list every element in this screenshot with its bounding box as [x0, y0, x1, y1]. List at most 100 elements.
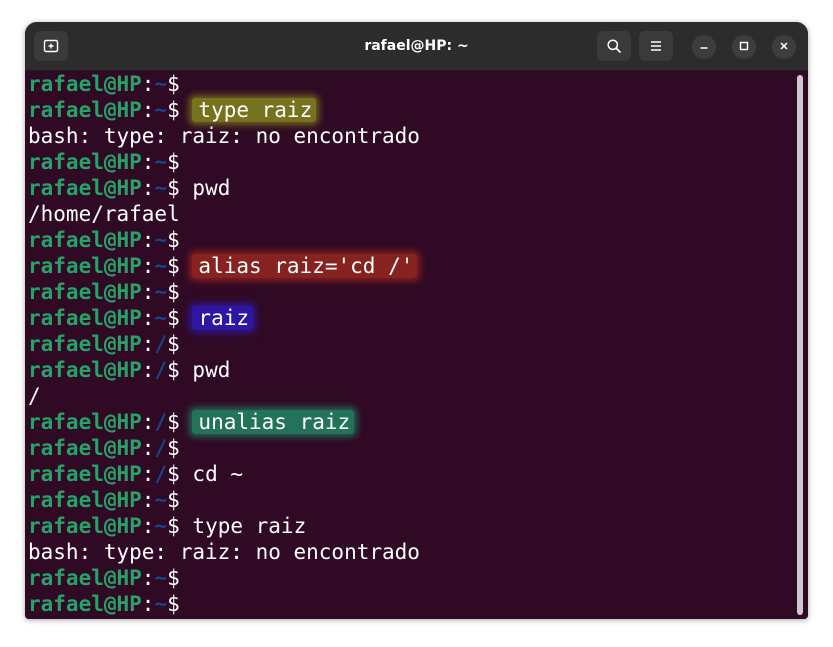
prompt-path: ~ — [154, 150, 168, 174]
title-bar[interactable]: rafael@HP: ~ — [25, 22, 808, 71]
prompt-user: rafael@HP — [28, 72, 142, 96]
prompt-separator: : — [141, 332, 155, 356]
output-text: / — [28, 384, 41, 408]
prompt-line: rafael@HP:~$ — [28, 149, 420, 175]
prompt-user: rafael@HP — [28, 254, 142, 278]
prompt-path: ~ — [154, 488, 168, 512]
prompt-separator: : — [141, 566, 155, 590]
output-line: bash: type: raiz: no encontrado — [28, 123, 420, 149]
prompt-line: rafael@HP:/$ pwd — [28, 357, 420, 383]
minimize-icon — [699, 38, 709, 56]
prompt-dollar: $ — [167, 254, 180, 278]
prompt-separator: : — [141, 462, 155, 486]
close-button[interactable] — [772, 35, 796, 59]
hamburger-menu-icon — [649, 39, 663, 53]
prompt-line: rafael@HP:~$ alias raiz='cd /' — [28, 253, 420, 279]
output-text: bash: type: raiz: no encontrado — [28, 540, 420, 564]
prompt-dollar: $ — [167, 332, 180, 356]
prompt-user: rafael@HP — [28, 488, 142, 512]
prompt-separator: : — [141, 98, 155, 122]
prompt-separator: : — [141, 410, 155, 434]
command-text: cd ~ — [192, 462, 243, 486]
prompt-path: ~ — [154, 514, 168, 538]
prompt-path: ~ — [154, 176, 168, 200]
prompt-path: / — [154, 358, 168, 382]
output-line: bash: type: raiz: no encontrado — [28, 539, 420, 565]
prompt-dollar: $ — [167, 436, 180, 460]
new-tab-icon — [43, 38, 59, 54]
command-text: unalias raiz — [192, 410, 355, 434]
prompt-separator: : — [141, 436, 155, 460]
prompt-path: ~ — [154, 566, 168, 590]
prompt-user: rafael@HP — [28, 566, 142, 590]
prompt-dollar: $ — [167, 72, 180, 96]
output-line: / — [28, 383, 420, 409]
command-text: type raiz — [192, 514, 307, 538]
prompt-line: rafael@HP:/$ — [28, 331, 420, 357]
prompt-user: rafael@HP — [28, 462, 142, 486]
prompt-user: rafael@HP — [28, 410, 142, 434]
prompt-line: rafael@HP:/$ cd ~ — [28, 461, 420, 487]
search-icon — [606, 38, 622, 54]
prompt-separator: : — [141, 176, 155, 200]
prompt-line: rafael@HP:~$ — [28, 487, 420, 513]
prompt-line: rafael@HP:~$ type raiz — [28, 97, 420, 123]
prompt-separator: : — [141, 306, 155, 330]
prompt-line: rafael@HP:~$ pwd — [28, 175, 420, 201]
window-title: rafael@HP: ~ — [364, 38, 469, 54]
prompt-dollar: $ — [167, 462, 180, 486]
prompt-path: / — [154, 462, 168, 486]
terminal-area[interactable]: rafael@HP:~$ rafael@HP:~$ type raiz bash: … — [25, 71, 808, 619]
prompt-path: ~ — [154, 280, 168, 304]
prompt-dollar: $ — [167, 358, 180, 382]
prompt-dollar: $ — [167, 592, 180, 616]
prompt-path: ~ — [154, 592, 168, 616]
prompt-separator: : — [141, 228, 155, 252]
prompt-path: ~ — [154, 228, 168, 252]
prompt-user: rafael@HP — [28, 98, 142, 122]
prompt-user: rafael@HP — [28, 280, 142, 304]
prompt-dollar: $ — [167, 514, 180, 538]
prompt-path: ~ — [154, 98, 168, 122]
prompt-user: rafael@HP — [28, 592, 142, 616]
maximize-icon — [739, 38, 749, 56]
minimize-button[interactable] — [692, 35, 716, 59]
prompt-separator: : — [141, 72, 155, 96]
prompt-dollar: $ — [167, 150, 180, 174]
new-tab-button[interactable] — [34, 31, 68, 61]
prompt-dollar: $ — [167, 98, 180, 122]
prompt-line: rafael@HP:~$ — [28, 279, 420, 305]
prompt-path: / — [154, 410, 168, 434]
prompt-path: ~ — [154, 72, 168, 96]
command-text: raiz — [192, 306, 253, 330]
menu-button[interactable] — [639, 31, 673, 61]
prompt-user: rafael@HP — [28, 436, 142, 460]
prompt-dollar: $ — [167, 306, 180, 330]
prompt-separator: : — [141, 488, 155, 512]
output-line: /home/rafael — [28, 201, 420, 227]
prompt-line: rafael@HP:~$ — [28, 71, 420, 97]
prompt-line: rafael@HP:~$ — [28, 591, 420, 617]
prompt-dollar: $ — [167, 488, 180, 512]
prompt-dollar: $ — [167, 280, 180, 304]
prompt-user: rafael@HP — [28, 150, 142, 174]
prompt-line: rafael@HP:~$ — [28, 227, 420, 253]
output-text: /home/rafael — [28, 202, 180, 226]
prompt-separator: : — [141, 150, 155, 174]
prompt-dollar: $ — [167, 228, 180, 252]
output-text: bash: type: raiz: no encontrado — [28, 124, 420, 148]
search-button[interactable] — [597, 31, 631, 61]
prompt-path: / — [154, 436, 168, 460]
prompt-user: rafael@HP — [28, 358, 142, 382]
command-text: alias raiz='cd /' — [192, 254, 418, 278]
prompt-dollar: $ — [167, 566, 180, 590]
maximize-button[interactable] — [732, 35, 756, 59]
prompt-user: rafael@HP — [28, 514, 142, 538]
prompt-dollar: $ — [167, 176, 180, 200]
prompt-dollar: $ — [167, 410, 180, 434]
prompt-path: / — [154, 332, 168, 356]
prompt-path: ~ — [154, 254, 168, 278]
prompt-line: rafael@HP:~$ raiz — [28, 305, 420, 331]
prompt-line: rafael@HP:/$ unalias raiz — [28, 409, 420, 435]
scrollbar[interactable] — [797, 75, 803, 615]
